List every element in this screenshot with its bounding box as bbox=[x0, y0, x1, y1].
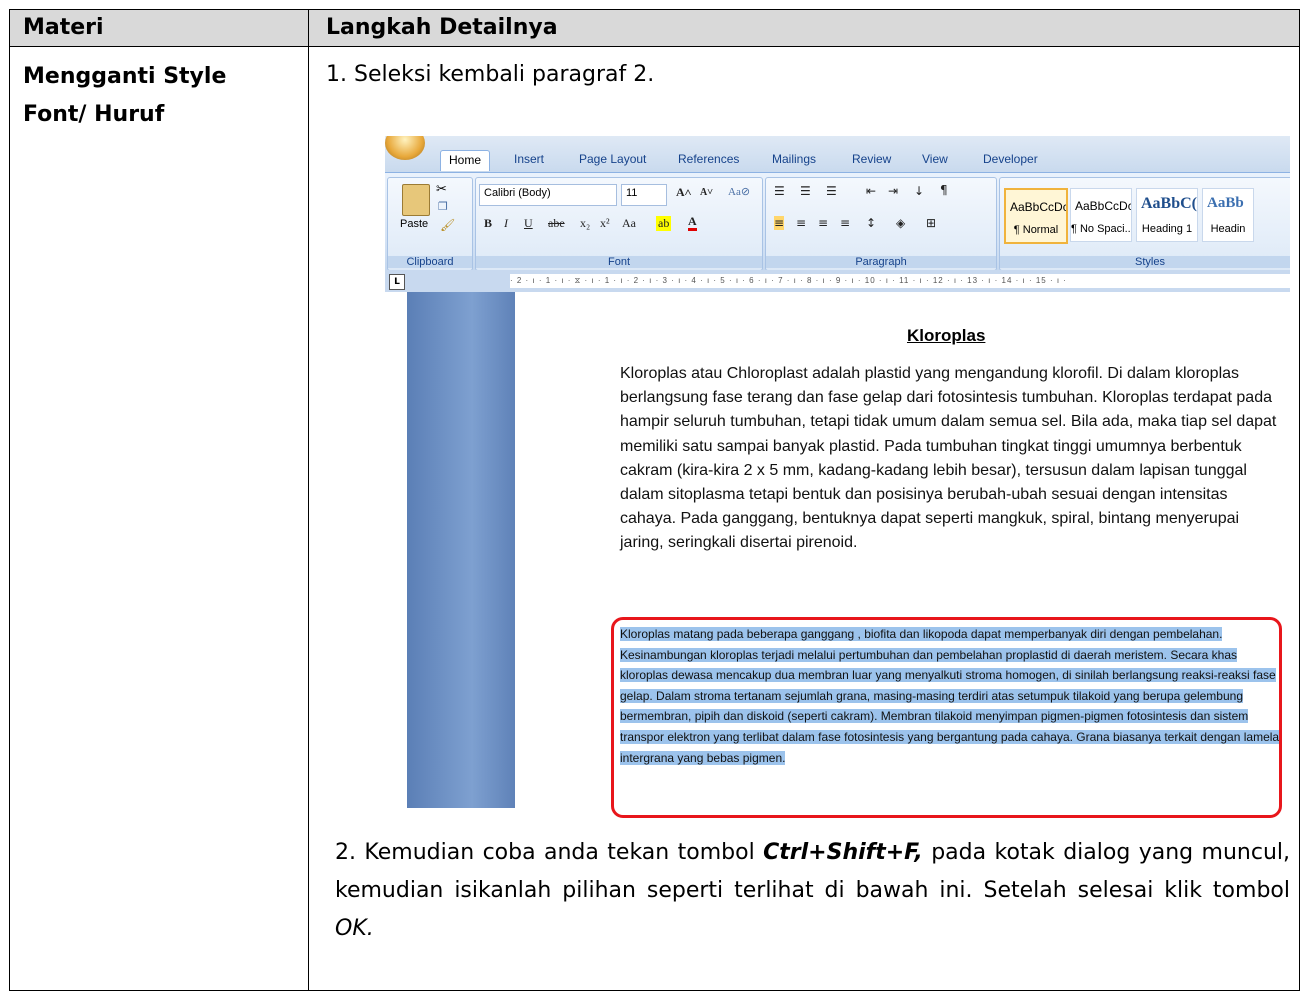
step-1-text: 1. Seleksi kembali paragraf 2. bbox=[326, 62, 655, 87]
sort-icon[interactable]: ↓ bbox=[914, 184, 924, 198]
tab-references[interactable]: References bbox=[678, 152, 739, 166]
office-button-icon[interactable] bbox=[385, 136, 425, 160]
align-center-icon[interactable]: ≡ bbox=[796, 216, 806, 230]
clear-format-icon[interactable]: Aa⊘ bbox=[728, 185, 750, 198]
paste-label[interactable]: Paste bbox=[400, 218, 428, 230]
font-color-icon[interactable]: A bbox=[688, 214, 697, 231]
style-no-spacing[interactable]: AaBbCcDc ¶ No Spaci... bbox=[1070, 188, 1132, 242]
increase-indent-icon[interactable]: ⇥ bbox=[888, 184, 898, 198]
tab-developer[interactable]: Developer bbox=[983, 152, 1038, 166]
font-group: Calibri (Body) 11 A˄ A˅ Aa⊘ B I U abe x₂… bbox=[475, 177, 763, 271]
paragraph-group: ☰ ☰ ☰ ⇤ ⇥ ↓ ¶ ≡ ≡ ≡ ≡ ↕ ◈ ⊞ Paragraph bbox=[765, 177, 997, 271]
style-normal[interactable]: AaBbCcDc ¶ Normal bbox=[1004, 188, 1068, 244]
clipboard-group: Paste ✂ ❐ 🖌 Clipboard bbox=[387, 177, 473, 271]
tab-insert[interactable]: Insert bbox=[514, 152, 544, 166]
column-divider bbox=[308, 10, 309, 990]
format-painter-icon[interactable]: 🖌 bbox=[440, 218, 455, 232]
styles-label: Styles bbox=[1000, 256, 1290, 268]
vertical-ruler[interactable] bbox=[385, 292, 408, 808]
horizontal-ruler[interactable]: · 2 · ı · 1 · ı · ⧖ · ı · 1 · ı · 2 · ı … bbox=[510, 274, 1290, 288]
page-margin-area bbox=[407, 292, 515, 808]
ruler-row: L · 2 · ı · 1 · ı · ⧖ · ı · 1 · ı · 2 · … bbox=[385, 270, 1290, 292]
tab-home[interactable]: Home bbox=[440, 150, 491, 171]
ribbon-tab-bar: Home Insert Page Layout References Maili… bbox=[385, 136, 1290, 172]
step-2-text: 2. Kemudian coba anda tekan tombol Ctrl+… bbox=[335, 834, 1290, 948]
style-heading-2-sample: AaBb bbox=[1207, 195, 1244, 211]
strikethrough-icon[interactable]: abe bbox=[548, 216, 565, 231]
bullets-icon[interactable]: ☰ bbox=[774, 184, 785, 198]
change-case-icon[interactable]: Aa bbox=[622, 216, 636, 231]
header-langkah: Langkah Detailnya bbox=[326, 15, 558, 40]
borders-icon[interactable]: ⊞ bbox=[926, 216, 936, 230]
font-label: Font bbox=[476, 256, 762, 268]
paragraph-label: Paragraph bbox=[766, 256, 996, 268]
tab-view[interactable]: View bbox=[922, 152, 948, 166]
numbering-icon[interactable]: ☰ bbox=[800, 184, 811, 198]
style-no-spacing-sample: AaBbCcDc bbox=[1075, 199, 1131, 213]
style-heading-1[interactable]: AaBbC( Heading 1 bbox=[1136, 188, 1198, 242]
selection-highlight-box bbox=[611, 617, 1282, 818]
style-heading-1-sample: AaBbC( bbox=[1141, 195, 1197, 212]
tab-page-layout[interactable]: Page Layout bbox=[579, 152, 646, 166]
topic-cell: Mengganti Style Font/ Huruf bbox=[23, 64, 227, 127]
align-left-icon[interactable]: ≡ bbox=[774, 216, 785, 230]
show-marks-icon[interactable]: ¶ bbox=[940, 183, 948, 197]
tab-mailings[interactable]: Mailings bbox=[772, 152, 816, 166]
ribbon: Paste ✂ ❐ 🖌 Clipboard Calibri (Body) 11 … bbox=[385, 172, 1290, 271]
shortcut-key-text: Ctrl+Shift+F, bbox=[763, 840, 923, 865]
multilevel-list-icon[interactable]: ☰ bbox=[826, 184, 837, 198]
style-no-spacing-name: ¶ No Spaci... bbox=[1071, 223, 1131, 235]
paragraph-1[interactable]: Kloroplas atau Chloroplast adalah plasti… bbox=[620, 362, 1285, 556]
underline-icon[interactable]: U bbox=[524, 216, 533, 231]
superscript-icon[interactable]: x² bbox=[600, 216, 610, 231]
style-normal-sample: AaBbCcDc bbox=[1010, 200, 1066, 214]
ok-text: OK. bbox=[335, 916, 374, 941]
bold-icon[interactable]: B bbox=[484, 216, 492, 231]
shading-icon[interactable]: ◈ bbox=[896, 216, 905, 230]
style-normal-name: ¶ Normal bbox=[1013, 224, 1059, 236]
align-right-icon[interactable]: ≡ bbox=[818, 216, 828, 230]
header-materi: Materi bbox=[23, 15, 104, 40]
justify-icon[interactable]: ≡ bbox=[840, 216, 850, 230]
table-header-row: Materi Langkah Detailnya bbox=[10, 10, 1299, 47]
decrease-indent-icon[interactable]: ⇤ bbox=[866, 184, 876, 198]
grow-font-icon[interactable]: A˄ bbox=[676, 185, 692, 200]
style-heading-2-name: Headin bbox=[1210, 223, 1246, 235]
style-heading-2[interactable]: AaBb Headin bbox=[1202, 188, 1254, 242]
paste-icon[interactable] bbox=[402, 184, 430, 216]
tab-review[interactable]: Review bbox=[852, 152, 891, 166]
font-name-select[interactable]: Calibri (Body) bbox=[479, 184, 617, 206]
copy-icon[interactable]: ❐ bbox=[438, 200, 448, 213]
subscript-icon[interactable]: x₂ bbox=[580, 216, 590, 231]
style-heading-1-name: Heading 1 bbox=[1141, 223, 1193, 235]
line-spacing-icon[interactable]: ↕ bbox=[866, 216, 876, 230]
styles-group: AaBbCcDc ¶ Normal AaBbCcDc ¶ No Spaci...… bbox=[999, 177, 1290, 271]
italic-icon[interactable]: I bbox=[504, 216, 508, 231]
document-title: Kloroplas bbox=[907, 326, 986, 345]
cut-icon[interactable]: ✂ bbox=[436, 182, 447, 197]
shrink-font-icon[interactable]: A˅ bbox=[700, 187, 713, 198]
highlight-icon[interactable]: ab bbox=[656, 216, 672, 231]
clipboard-label: Clipboard bbox=[388, 256, 472, 268]
tab-selector-icon[interactable]: L bbox=[389, 274, 405, 290]
step-2-prefix: 2. Kemudian coba anda tekan tombol bbox=[335, 840, 764, 865]
font-size-select[interactable]: 11 bbox=[621, 184, 667, 206]
